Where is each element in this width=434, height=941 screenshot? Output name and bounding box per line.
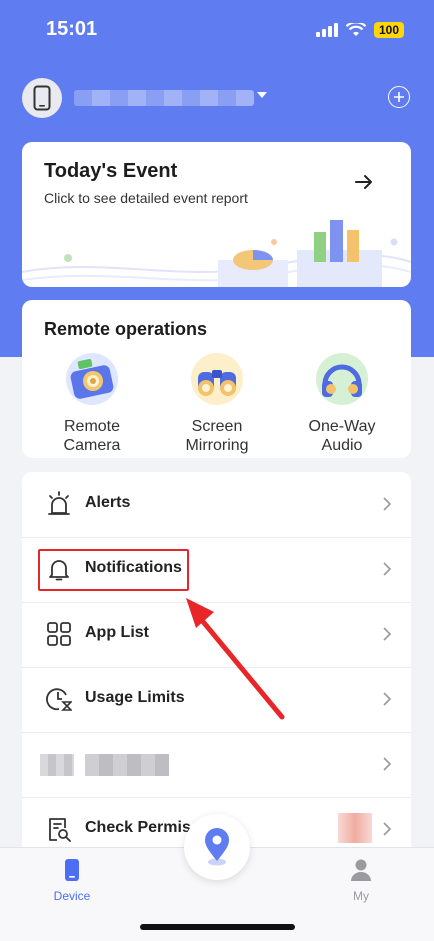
phone-icon xyxy=(65,859,79,881)
todays-event-card[interactable]: Today's Event Click to see detailed even… xyxy=(22,142,411,287)
remote-camera-button[interactable]: Remote Camera xyxy=(37,350,147,455)
chevron-right-icon xyxy=(383,757,391,771)
menu-item-app-list[interactable]: App List xyxy=(22,602,411,668)
signal-icon xyxy=(316,23,338,37)
menu-item-alerts[interactable]: Alerts xyxy=(22,472,411,538)
menu-item-label: App List xyxy=(85,624,149,641)
event-title: Today's Event xyxy=(44,160,178,182)
chevron-right-icon xyxy=(383,562,391,576)
clock-hourglass-icon xyxy=(46,688,72,711)
home-indicator xyxy=(140,924,295,930)
device-name-redacted xyxy=(74,90,254,106)
location-button[interactable] xyxy=(184,814,250,880)
event-subtitle: Click to see detailed event report xyxy=(44,190,248,206)
camera-icon xyxy=(66,353,118,405)
plus-icon xyxy=(394,92,404,102)
status-bar: 15:01 100 xyxy=(0,0,434,60)
document-search-icon xyxy=(49,818,71,842)
device-selector[interactable] xyxy=(22,76,414,118)
status-time: 15:01 xyxy=(46,18,98,40)
battery-indicator: 100 xyxy=(374,22,404,38)
menu-item-redacted[interactable] xyxy=(22,732,411,798)
remote-operations-card: Remote operations Remote Camera Screen M… xyxy=(22,300,411,458)
chevron-right-icon xyxy=(383,627,391,641)
add-device-button[interactable] xyxy=(388,86,410,108)
chevron-right-icon xyxy=(383,822,391,836)
one-way-audio-label: One-Way Audio xyxy=(308,418,376,454)
menu-item-usage-limits[interactable]: Usage Limits xyxy=(22,667,411,733)
pixelated-badge xyxy=(338,813,372,843)
menu-item-label: Check Permis xyxy=(85,819,191,836)
location-pin-icon xyxy=(205,828,229,866)
menu-item-label: Alerts xyxy=(85,494,131,511)
remote-operations-title: Remote operations xyxy=(44,319,208,339)
one-way-audio-button[interactable]: One-Way Audio xyxy=(287,350,397,455)
tab-label: My xyxy=(353,889,369,903)
wifi-icon xyxy=(346,23,366,36)
caret-down-icon xyxy=(257,92,267,98)
event-illustration xyxy=(22,220,411,287)
menu-item-label: Usage Limits xyxy=(85,689,185,706)
chevron-right-icon xyxy=(383,497,391,511)
notifications-highlight-box xyxy=(38,549,189,591)
binoculars-icon xyxy=(191,353,243,405)
tab-label: Device xyxy=(53,889,91,903)
pixelated-icon xyxy=(40,754,74,776)
person-icon xyxy=(351,859,371,881)
screen-mirroring-button[interactable]: Screen Mirroring xyxy=(162,350,272,455)
arrow-right-icon[interactable] xyxy=(355,174,373,190)
alarm-icon xyxy=(48,491,70,515)
phone-icon xyxy=(33,85,51,111)
status-icons: 100 xyxy=(316,22,404,38)
menu-item-label-redacted xyxy=(85,754,169,776)
screen-mirroring-label: Screen Mirroring xyxy=(185,418,249,454)
device-avatar xyxy=(22,78,62,118)
tab-device[interactable]: Device xyxy=(42,858,102,903)
headphones-icon xyxy=(316,353,368,405)
remote-camera-label: Remote Camera xyxy=(63,418,121,454)
chevron-right-icon xyxy=(383,692,391,706)
tab-my[interactable]: My xyxy=(331,858,391,903)
app-grid-icon xyxy=(47,622,71,646)
